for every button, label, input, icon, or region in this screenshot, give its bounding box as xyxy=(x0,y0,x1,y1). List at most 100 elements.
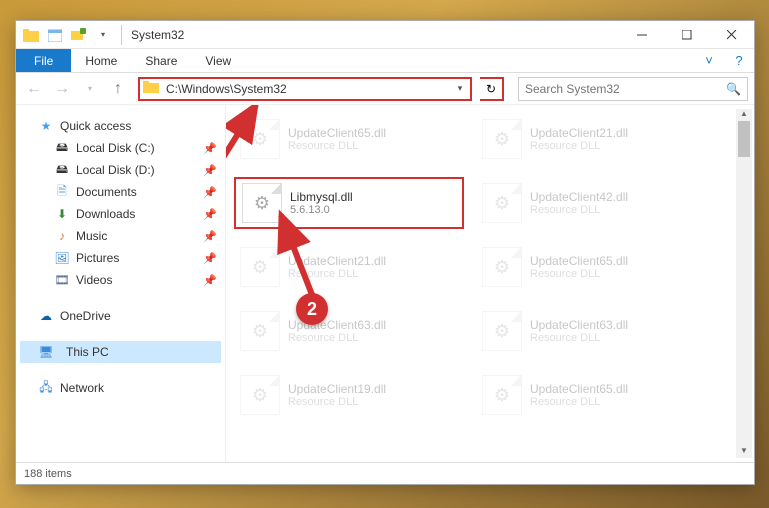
folder-icon xyxy=(20,24,42,46)
file-name: UpdateClient42.dll xyxy=(530,190,628,204)
quick-access-header[interactable]: ★ Quick access xyxy=(20,115,221,137)
refresh-button[interactable]: ↻ xyxy=(480,77,504,101)
file-item[interactable]: ⚙ UpdateClient65.dllResource DLL xyxy=(476,369,706,421)
dll-file-icon: ⚙ xyxy=(482,247,522,287)
file-name: Libmysql.dll xyxy=(290,190,353,204)
star-icon: ★ xyxy=(38,118,54,134)
sidebar-item-local-disk-d[interactable]: 🖴Local Disk (D:)📌 xyxy=(20,159,221,181)
drive-icon: 🖴 xyxy=(54,140,70,156)
file-subtitle: Resource DLL xyxy=(530,204,628,216)
pin-icon: 📌 xyxy=(203,142,217,155)
file-subtitle: Resource DLL xyxy=(288,396,386,408)
ribbon: File Home Share View ˅ ? xyxy=(16,49,754,73)
annotation-arrow-1 xyxy=(226,105,286,195)
gear-icon: ⚙ xyxy=(494,321,510,342)
new-folder-icon[interactable] xyxy=(68,24,90,46)
statusbar: 188 items xyxy=(16,462,754,484)
forward-button[interactable]: → xyxy=(50,77,74,101)
file-menu[interactable]: File xyxy=(16,49,71,72)
file-pane: ⚙UpdateClient65.dllResource DLL⚙UpdateCl… xyxy=(226,105,754,462)
sidebar-item-pictures[interactable]: 🖼Pictures📌 xyxy=(20,247,221,269)
file-item[interactable]: ⚙ UpdateClient65.dllResource DLL xyxy=(476,241,706,293)
sidebar-item-local-disk-c[interactable]: 🖴Local Disk (C:)📌 xyxy=(20,137,221,159)
address-bar[interactable]: C:\Windows\System32 ▾ xyxy=(138,77,472,101)
pin-icon: 📌 xyxy=(203,230,217,243)
gear-icon: ⚙ xyxy=(494,129,510,150)
dll-file-icon: ⚙ xyxy=(482,375,522,415)
search-input[interactable] xyxy=(525,82,726,96)
pin-icon: 📌 xyxy=(203,164,217,177)
scroll-thumb[interactable] xyxy=(738,121,750,157)
sidebar: ★ Quick access 🖴Local Disk (C:)📌 🖴Local … xyxy=(16,105,226,462)
videos-icon: 🎞 xyxy=(54,272,70,288)
pin-icon: 📌 xyxy=(203,252,217,265)
file-item[interactable]: ⚙ UpdateClient19.dllResource DLL xyxy=(234,369,464,421)
dll-file-icon: ⚙ xyxy=(482,311,522,351)
sidebar-item-videos[interactable]: 🎞Videos📌 xyxy=(20,269,221,291)
file-name: UpdateClient21.dll xyxy=(530,126,628,140)
sidebar-item-music[interactable]: ♪Music📌 xyxy=(20,225,221,247)
sidebar-onedrive[interactable]: ☁OneDrive xyxy=(20,305,221,327)
scroll-up-icon[interactable]: ▲ xyxy=(736,109,752,121)
annotation-marker-2: 2 xyxy=(296,293,328,325)
ribbon-expand-icon[interactable]: ˅ xyxy=(694,49,724,72)
downloads-icon: ⬇ xyxy=(54,206,70,222)
qat-dropdown-icon[interactable]: ▾ xyxy=(92,24,114,46)
scrollbar[interactable]: ▲ ▼ xyxy=(736,109,752,458)
drive-icon: 🖴 xyxy=(54,162,70,178)
gear-icon: ⚙ xyxy=(494,193,510,214)
file-name: UpdateClient65.dll xyxy=(530,382,628,396)
sidebar-network[interactable]: 🖧Network xyxy=(20,377,221,399)
file-subtitle: Resource DLL xyxy=(530,140,628,152)
file-subtitle: Resource DLL xyxy=(530,268,628,280)
close-button[interactable] xyxy=(709,21,754,49)
file-item[interactable]: ⚙ UpdateClient63.dllResource DLL xyxy=(476,305,706,357)
recent-dropdown-icon[interactable]: ▾ xyxy=(78,77,102,101)
address-text[interactable]: C:\Windows\System32 xyxy=(164,82,450,96)
file-name: UpdateClient65.dll xyxy=(288,126,386,140)
sidebar-item-documents[interactable]: 🗎Documents📌 xyxy=(20,181,221,203)
file-name: UpdateClient65.dll xyxy=(530,254,628,268)
dll-file-icon: ⚙ xyxy=(482,183,522,223)
onedrive-icon: ☁ xyxy=(38,308,54,324)
help-icon[interactable]: ? xyxy=(724,49,754,72)
file-name: UpdateClient63.dll xyxy=(530,318,628,332)
tab-share[interactable]: Share xyxy=(131,49,191,72)
sidebar-this-pc[interactable]: 🖥This PC xyxy=(20,341,221,363)
maximize-button[interactable] xyxy=(664,21,709,49)
folder-icon xyxy=(143,80,161,98)
navbar: ← → ▾ ↑ C:\Windows\System32 ▾ ↻ 🔍 xyxy=(16,73,754,105)
window-title: System32 xyxy=(131,28,619,42)
search-box[interactable]: 🔍 xyxy=(518,77,748,101)
gear-icon: ⚙ xyxy=(252,385,268,406)
file-subtitle: Resource DLL xyxy=(288,140,386,152)
file-item[interactable]: ⚙ UpdateClient21.dllResource DLL xyxy=(476,113,706,165)
titlebar: ▾ System32 xyxy=(16,21,754,49)
back-button[interactable]: ← xyxy=(22,77,46,101)
dll-file-icon: ⚙ xyxy=(240,375,280,415)
file-name: UpdateClient19.dll xyxy=(288,382,386,396)
pc-icon: 🖥 xyxy=(38,344,54,360)
file-subtitle: Resource DLL xyxy=(530,396,628,408)
tab-view[interactable]: View xyxy=(191,49,245,72)
file-subtitle: Resource DLL xyxy=(288,332,386,344)
minimize-button[interactable] xyxy=(619,21,664,49)
music-icon: ♪ xyxy=(54,228,70,244)
properties-icon[interactable] xyxy=(44,24,66,46)
file-item[interactable]: ⚙ UpdateClient42.dllResource DLL xyxy=(476,177,706,229)
address-dropdown-icon[interactable]: ▾ xyxy=(450,83,470,94)
up-button[interactable]: ↑ xyxy=(106,77,130,101)
pin-icon: 📌 xyxy=(203,274,217,287)
sidebar-item-downloads[interactable]: ⬇Downloads📌 xyxy=(20,203,221,225)
file-subtitle: Resource DLL xyxy=(530,332,628,344)
item-count: 188 items xyxy=(24,468,72,480)
gear-icon: ⚙ xyxy=(494,385,510,406)
pin-icon: 📌 xyxy=(203,208,217,221)
network-icon: 🖧 xyxy=(38,380,54,396)
explorer-window: ▾ System32 File Home Share View ˅ ? ← → … xyxy=(15,20,755,485)
search-icon[interactable]: 🔍 xyxy=(726,82,741,96)
pictures-icon: 🖼 xyxy=(54,250,70,266)
tab-home[interactable]: Home xyxy=(71,49,131,72)
scroll-down-icon[interactable]: ▼ xyxy=(736,446,752,458)
gear-icon: ⚙ xyxy=(494,257,510,278)
